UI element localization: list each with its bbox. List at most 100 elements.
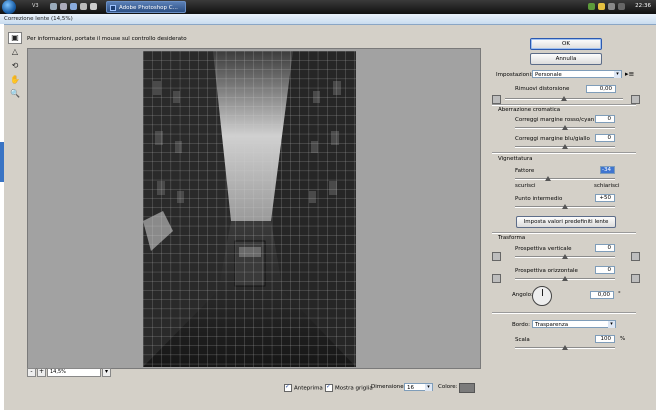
pincushion-icon (492, 95, 501, 104)
photoshop-icon (110, 5, 116, 11)
darken-label: scurisci (515, 183, 536, 189)
zoom-in-button[interactable]: + (37, 368, 46, 377)
vertical-perspective-label: Prospettiva verticale (515, 246, 572, 252)
tray-icon[interactable] (618, 3, 625, 10)
midpoint-slider[interactable] (515, 204, 615, 209)
separator (492, 232, 636, 234)
horizontal-perspective-field[interactable]: 0 (595, 266, 615, 274)
vignette-heading: Vignettatura (498, 156, 533, 162)
vertical-perspective-field[interactable]: 0 (595, 244, 615, 252)
quicklaunch-icon[interactable] (50, 3, 57, 10)
vertical-perspective-slider[interactable] (515, 254, 615, 259)
straighten-tool[interactable]: △ (8, 46, 22, 58)
move-grid-tool[interactable]: ⟲ (8, 60, 22, 72)
edge-label: Bordo: (512, 322, 531, 328)
zoom-out-button[interactable]: - (27, 368, 36, 377)
grid-size-label: Dimensione: (371, 384, 406, 390)
grid-size-value: 16 (407, 385, 414, 391)
grid-checkbox-wrapper[interactable]: Mostra griglia (325, 383, 373, 392)
perspective-up-icon (492, 252, 501, 261)
settings-menu-icon[interactable]: ▸≡ (625, 70, 634, 78)
street-photo (143, 51, 356, 367)
dialog-title: Correzione lente (14,5%) (4, 16, 73, 22)
preview-area[interactable] (27, 48, 481, 369)
zoom-menu-button[interactable]: ▾ (102, 368, 111, 377)
edge-value: Trasparenza (535, 322, 569, 328)
taskbar-item-label: Adobe Photoshop C... (119, 5, 178, 11)
blue-yellow-label: Correggi margine blu/giallo (515, 136, 590, 142)
slider-thumb[interactable] (562, 144, 568, 149)
midpoint-label: Punto intermedio (515, 196, 563, 202)
network-icon[interactable] (588, 3, 595, 10)
slider-thumb[interactable] (562, 204, 568, 209)
remove-distortion-field[interactable]: 0,00 (586, 85, 616, 93)
ok-button[interactable]: OK (530, 38, 602, 50)
preview-image[interactable] (143, 51, 356, 367)
remove-distortion-tool[interactable]: ▣ (8, 32, 22, 44)
notification-icon[interactable] (598, 3, 605, 10)
vignette-amount-field[interactable]: -34 (600, 166, 615, 174)
slider-thumb[interactable] (545, 176, 551, 181)
side-tab[interactable] (0, 142, 4, 182)
start-button[interactable] (2, 0, 16, 14)
separator (492, 104, 636, 106)
perspective-down-icon (631, 252, 640, 261)
clock: 22:36 (635, 3, 651, 9)
slider-thumb[interactable] (562, 345, 568, 350)
preview-label: Anteprima (294, 385, 323, 392)
midpoint-field[interactable]: +50 (595, 194, 615, 202)
show-grid-label: Mostra griglia (335, 385, 373, 392)
slider-thumb[interactable] (562, 254, 568, 259)
cancel-button[interactable]: Annulla (530, 53, 602, 65)
dialog-titlebar[interactable]: Correzione lente (14,5%) (0, 14, 656, 25)
angle-dial[interactable] (532, 286, 552, 306)
edge-select[interactable]: Trasparenza ▾ (532, 320, 616, 328)
zoom-tool[interactable]: 🔍 (8, 88, 22, 100)
scale-field[interactable]: 100 (595, 335, 615, 343)
preview-checkbox-wrapper[interactable]: Anteprima (284, 383, 323, 392)
settings-select[interactable]: Personale ▾ (532, 70, 622, 78)
barrel-icon (631, 95, 640, 104)
chromatic-aberration-heading: Aberrazione cromatica (498, 107, 561, 113)
horizontal-perspective-label: Prospettiva orizzontale (515, 268, 578, 274)
scale-slider[interactable] (515, 345, 615, 350)
volume-icon[interactable] (608, 3, 615, 10)
preview-checkbox[interactable] (284, 383, 292, 392)
set-lens-default-button[interactable]: Imposta valori predefiniti lente (516, 216, 616, 228)
angle-field[interactable]: 0,00 (590, 291, 614, 299)
taskbar-item-photoshop[interactable]: Adobe Photoshop C... (106, 1, 186, 13)
hand-tool[interactable]: ✋ (8, 74, 22, 86)
red-cyan-label: Correggi margine rosso/cyan (515, 117, 595, 123)
perspective-left-icon (492, 274, 501, 283)
separator (492, 152, 636, 154)
horizontal-perspective-slider[interactable] (515, 276, 615, 281)
toolbox: ▣ △ ⟲ ✋ 🔍 (8, 32, 22, 102)
chevron-down-icon: ▾ (425, 384, 432, 391)
quicklaunch-icon[interactable] (80, 3, 87, 10)
show-grid-checkbox[interactable] (325, 383, 333, 392)
blue-yellow-field[interactable]: 0 (595, 134, 615, 142)
quicklaunch-icon[interactable] (90, 3, 97, 10)
settings-label: Impostazioni: (496, 72, 533, 78)
quicklaunch-icon[interactable] (70, 3, 77, 10)
remove-distortion-slider[interactable] (505, 96, 623, 101)
grid-color-label: Colore: (438, 384, 458, 390)
zoom-level-value: 14,5% (50, 369, 66, 375)
blue-yellow-slider[interactable] (515, 144, 615, 149)
red-cyan-field[interactable]: 0 (595, 115, 615, 123)
zoom-controls: - + 14,5% ▾ (27, 368, 147, 377)
transform-heading: Trasforma (498, 235, 526, 241)
perspective-right-icon (631, 274, 640, 283)
grid-color-swatch[interactable] (459, 383, 475, 393)
quicklaunch-icon[interactable] (60, 3, 67, 10)
side-strip (0, 24, 4, 410)
zoom-level-field[interactable]: 14,5% (47, 368, 101, 377)
slider-thumb[interactable] (561, 96, 567, 101)
vignette-amount-slider[interactable] (515, 176, 615, 181)
grid-size-select[interactable]: 16 ▾ (404, 383, 433, 391)
red-cyan-slider[interactable] (515, 125, 615, 130)
taskbar: V3 Adobe Photoshop C... 22:36 (0, 0, 656, 14)
slider-thumb[interactable] (562, 125, 568, 130)
taskbar-label: V3 (32, 3, 39, 9)
slider-thumb[interactable] (562, 276, 568, 281)
